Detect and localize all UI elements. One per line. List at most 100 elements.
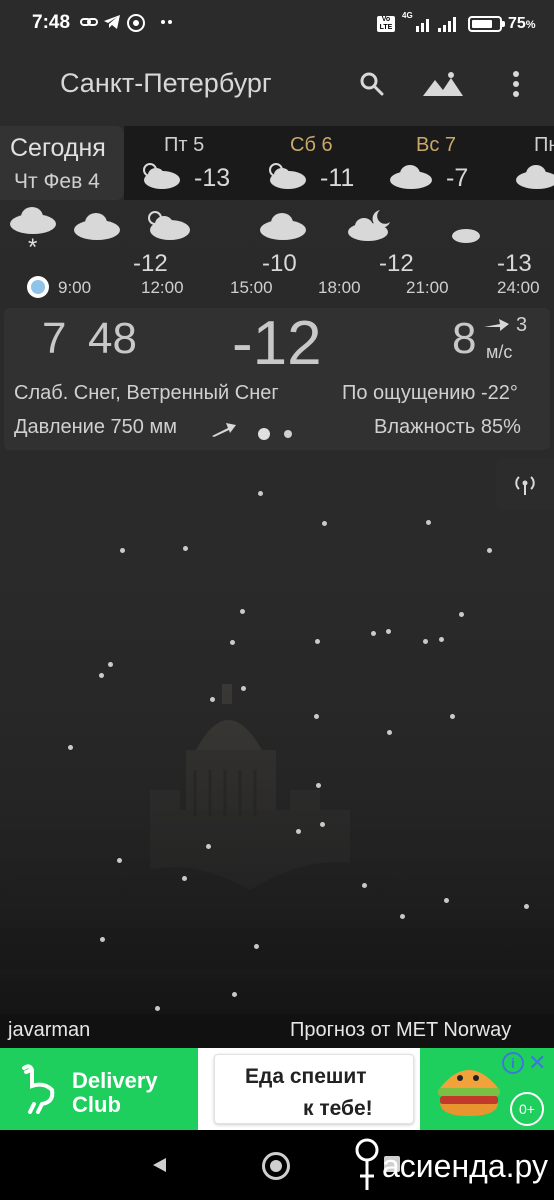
snowflake (68, 745, 73, 750)
snowflake (444, 898, 449, 903)
status-bar: 7:48 Vo LTE 4G 75% (0, 0, 554, 48)
humidity: Влажность 85% (374, 416, 521, 438)
overflow-menu-icon[interactable] (506, 70, 526, 103)
battery-cap (502, 21, 505, 27)
snowflake (314, 714, 319, 719)
snowflake (296, 829, 301, 834)
pressure-trend-icon (210, 420, 238, 443)
snowflake (362, 883, 367, 888)
back-icon[interactable] (150, 1156, 168, 1179)
radar-icon (515, 476, 535, 495)
home-icon[interactable] (262, 1152, 290, 1180)
signal-icon-2 (436, 16, 462, 37)
hour-temp: -12 (379, 250, 414, 277)
watermark-text: асиенда.ру (382, 1148, 548, 1184)
day-temp: -7 (446, 164, 469, 192)
author-label: javarman (8, 1019, 91, 1041)
link-icon (80, 14, 98, 35)
partly-sunny-cloud-icon (148, 211, 190, 240)
snowflake (182, 876, 187, 881)
cloud-icon (74, 213, 120, 240)
cathedral-background (0, 640, 554, 1014)
chrome-icon (127, 14, 145, 37)
status-time: 7:48 (32, 12, 71, 33)
day-item[interactable]: Пт 5 -13 (124, 126, 244, 200)
today-label: Сегодня (10, 134, 106, 162)
snowflake (183, 546, 188, 551)
snowflake (439, 637, 444, 642)
snowflake (210, 697, 215, 702)
snowflake (426, 520, 431, 525)
snowflake (387, 730, 392, 735)
wind-speed: 8 (452, 314, 477, 363)
ad-info-icon[interactable]: i (502, 1052, 524, 1074)
today-card[interactable]: Сегодня Чт Фев 4 (0, 126, 124, 200)
ad-headline-line1: Еда спешит (245, 1065, 367, 1088)
snowflake (232, 992, 237, 997)
search-icon[interactable] (358, 70, 386, 103)
signal-icon (400, 16, 432, 37)
snowflake (108, 662, 113, 667)
ad-brand-panel[interactable]: Delivery Club (0, 1048, 198, 1130)
day-label: Пн (534, 134, 554, 156)
current-conditions-card[interactable]: 7 48 -12 8 3 м/с Слаб. Снег, Ветренный С… (4, 308, 550, 450)
ad-age-rating: 0+ (510, 1092, 544, 1126)
moon-cloud-icon (348, 210, 390, 241)
daily-strip[interactable]: Пт 5 -13 Сб 6 -11 Вс 7 -7 Пн (124, 126, 554, 200)
hour-temp: -13 (497, 250, 532, 277)
snowflake (423, 639, 428, 644)
watermark-logo-icon (352, 1136, 382, 1199)
current-time-dot (31, 280, 45, 294)
city-title[interactable]: Санкт-Петербург (60, 68, 272, 99)
snowflake (254, 944, 259, 949)
day-item[interactable]: Сб 6 -11 (250, 126, 370, 200)
current-time-minute: 48 (88, 314, 137, 363)
snowflake (117, 858, 122, 863)
battery-icon (468, 16, 502, 32)
hour-time: 15:00 (230, 278, 273, 297)
wind-direction-icon (482, 316, 510, 339)
wind-unit: м/с (486, 342, 513, 362)
pressure: Давление 750 мм (14, 416, 177, 438)
day-temp: -11 (320, 164, 355, 192)
day-item[interactable]: Вс 7 -7 (376, 126, 496, 200)
wind-gust: 3 (516, 314, 528, 336)
hour-time: 24:00 (497, 278, 540, 297)
battery-percent: 75% (508, 15, 536, 32)
ad-headline-line2: к тебе! (303, 1097, 373, 1120)
ad-close-icon[interactable]: ✕ (528, 1050, 546, 1076)
snowflake (459, 612, 464, 617)
snowflake (230, 640, 235, 645)
snowflake (322, 521, 327, 526)
radar-button[interactable] (496, 458, 554, 510)
hourly-strip[interactable]: * -12 -10 -12 -13 9:00 12:00 15:00 18:00… (0, 204, 554, 300)
ad-image-panel[interactable]: i ✕ 0+ (420, 1048, 554, 1130)
current-time-marker (27, 276, 49, 298)
ad-banner[interactable]: Delivery Club Еда спешит к тебе! i ✕ 0+ (0, 1048, 554, 1130)
more-dots-icon (160, 14, 174, 35)
snowflake (258, 491, 263, 496)
ad-headline-box[interactable]: Еда спешит к тебе! (214, 1054, 414, 1124)
current-temp: -12 (232, 309, 322, 378)
hour-time: 18:00 (318, 278, 361, 297)
day-item[interactable]: Пн (502, 126, 554, 200)
provider-label[interactable]: Прогноз от MET Norway (290, 1019, 511, 1042)
snowflake (206, 844, 211, 849)
hour-temp: -12 (133, 250, 168, 277)
hour-time: 21:00 (406, 278, 449, 297)
page-indicator[interactable] (284, 430, 292, 438)
partly-sunny-cloud-icon (269, 163, 306, 189)
snowflake (241, 686, 246, 691)
cloud-icon (516, 165, 554, 189)
page-indicator-active[interactable] (258, 428, 270, 440)
day-label: Пт 5 (164, 134, 205, 156)
moon-cloud-icon (446, 210, 480, 243)
ostrich-logo-icon (22, 1064, 55, 1114)
landscape-icon[interactable] (421, 70, 465, 103)
cloud-icon (260, 213, 306, 240)
current-time-hour: 7 (42, 314, 67, 363)
snowflake (524, 904, 529, 909)
footer-bar: javarman Прогноз от MET Norway (0, 1014, 554, 1048)
hour-time: 12:00 (141, 278, 184, 297)
snowflake (100, 937, 105, 942)
